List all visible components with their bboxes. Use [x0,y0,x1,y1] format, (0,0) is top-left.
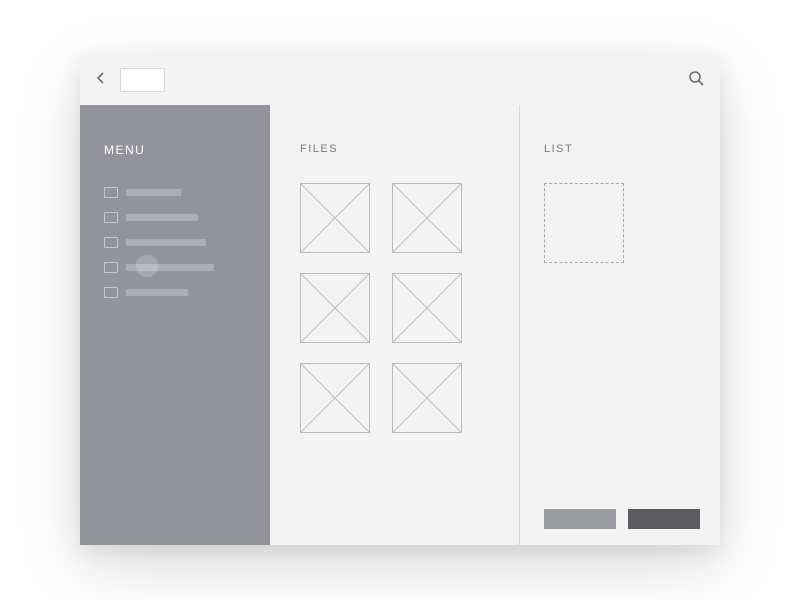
window-body: MENU FILES LIST [80,105,720,545]
sidebar: MENU [80,105,270,545]
primary-button[interactable] [628,509,700,529]
sidebar-item-3[interactable] [104,262,250,273]
address-field[interactable] [120,68,165,92]
file-thumb[interactable] [300,273,370,343]
list-panel: LIST [520,105,720,545]
sidebar-title: MENU [104,143,250,157]
sidebar-item-label [126,289,188,296]
folder-icon [104,287,118,298]
title-bar [80,55,720,105]
file-thumb[interactable] [300,183,370,253]
sidebar-item-0[interactable] [104,187,250,198]
dropzone[interactable] [544,183,624,263]
back-icon [96,71,106,89]
folder-icon [104,187,118,198]
sidebar-item-1[interactable] [104,212,250,223]
folder-icon [104,262,118,273]
secondary-button[interactable] [544,509,616,529]
app-window: MENU FILES LIST [80,55,720,545]
files-panel: FILES [270,105,520,545]
folder-icon [104,237,118,248]
menu-list [104,187,250,298]
button-row [544,509,700,529]
file-thumb[interactable] [392,183,462,253]
file-grid [300,183,499,433]
sidebar-item-2[interactable] [104,237,250,248]
sidebar-item-label [126,239,206,246]
sidebar-item-label [126,189,181,196]
file-thumb[interactable] [392,363,462,433]
sidebar-item-label [126,214,198,221]
files-title: FILES [300,143,499,155]
back-button[interactable] [94,73,108,87]
slider-knob[interactable] [136,255,158,277]
folder-icon [104,212,118,223]
search-button[interactable] [686,70,706,90]
list-title: LIST [544,143,700,155]
file-thumb[interactable] [392,273,462,343]
sidebar-item-4[interactable] [104,287,250,298]
search-icon [688,70,704,91]
file-thumb[interactable] [300,363,370,433]
